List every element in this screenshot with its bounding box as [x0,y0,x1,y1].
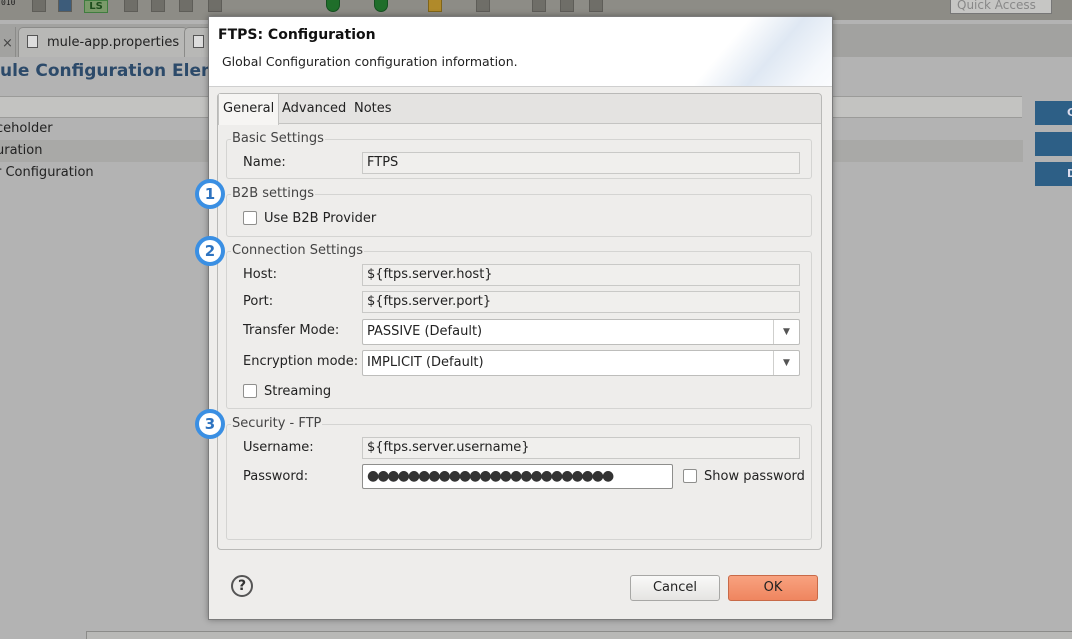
toolbar-icon[interactable] [32,0,46,12]
encryption-mode-label: Encryption mode: [243,354,359,369]
streaming-label[interactable]: Streaming [264,384,331,399]
security-ftp-legend: Security - FTP [232,416,322,431]
password-field[interactable]: ●●●●●●●●●●●●●●●●●●●●●●●● [362,464,673,489]
show-password-checkbox[interactable] [683,469,697,483]
toolbar-icon[interactable] [476,0,490,12]
close-icon[interactable]: × [2,36,13,51]
dialog-subtitle: Global Configuration configuration infor… [222,54,518,69]
show-password-label[interactable]: Show password [704,469,805,484]
toolbar-icon[interactable] [589,0,603,12]
binary-icon[interactable]: 010 [1,0,15,7]
encryption-mode-select[interactable]: IMPLICIT (Default) ▼ [362,350,800,376]
encryption-mode-value: IMPLICIT (Default) [367,355,484,370]
tab-notes[interactable]: Notes [350,94,396,124]
file-icon [27,35,38,48]
tab-label: mule-app.properties [47,35,180,50]
host-label: Host: [243,267,277,282]
transfer-mode-label: Transfer Mode: [243,323,340,338]
toolbar-icon[interactable] [208,0,222,12]
dropdown-arrow-icon[interactable]: ▼ [773,320,799,344]
dialog-title: FTPS: Configuration [218,27,376,43]
basic-settings-legend: Basic Settings [232,131,324,146]
ftps-configuration-dialog: FTPS: Configuration Global Configuration… [208,16,833,620]
help-icon[interactable]: ? [231,575,253,597]
dropdown-arrow-icon[interactable]: ▼ [773,351,799,375]
toolbar-icon[interactable] [428,0,442,12]
port-field[interactable]: ${ftps.server.port} [362,291,800,313]
ok-button[interactable]: OK [728,575,818,601]
callout-marker-3: 3 [195,409,225,439]
cancel-button[interactable]: Cancel [630,575,720,601]
dialog-header: FTPS: Configuration Global Configuration… [209,17,832,87]
file-icon [193,35,204,48]
streaming-checkbox[interactable] [243,384,257,398]
name-label: Name: [243,155,286,170]
ls-button[interactable]: LS [84,0,108,13]
transfer-mode-value: PASSIVE (Default) [367,324,483,339]
toolbar-icon[interactable] [532,0,546,12]
page-title: ule Configuration Eleme [0,61,231,81]
side-button[interactable]: D [1035,162,1072,186]
use-b2b-provider-label[interactable]: Use B2B Provider [264,211,376,226]
quick-access-input[interactable]: Quick Access [950,0,1052,14]
username-field[interactable]: ${ftps.server.username} [362,437,800,459]
password-label: Password: [243,469,309,484]
toolbar-icon[interactable] [179,0,193,12]
port-label: Port: [243,294,274,309]
run-icon[interactable] [374,0,388,12]
toolbar-icon[interactable] [151,0,165,12]
toolbar-icon[interactable] [124,0,138,12]
name-field[interactable]: FTPS [362,152,800,174]
toolbar-icon[interactable] [58,0,72,12]
callout-marker-2: 2 [195,236,225,266]
callout-marker-1: 1 [195,179,225,209]
tab-general[interactable]: General [218,94,280,125]
use-b2b-provider-checkbox[interactable] [243,211,257,225]
side-button[interactable]: C [1035,101,1072,125]
connection-settings-legend: Connection Settings [232,243,364,258]
tab-panel: General Advanced Notes Basic Settings Na… [217,93,822,550]
tab-mule-app-properties[interactable]: mule-app.properties [18,27,189,57]
host-field[interactable]: ${ftps.server.host} [362,264,800,286]
side-button[interactable] [1035,132,1072,156]
username-label: Username: [243,440,314,455]
transfer-mode-select[interactable]: PASSIVE (Default) ▼ [362,319,800,345]
tab-advanced[interactable]: Advanced [278,94,350,124]
b2b-settings-legend: B2B settings [232,186,315,201]
bottom-panel [86,631,1072,639]
toolbar-icon[interactable] [560,0,574,12]
debug-icon[interactable] [326,0,340,12]
tab-strip: General Advanced Notes [218,94,821,125]
